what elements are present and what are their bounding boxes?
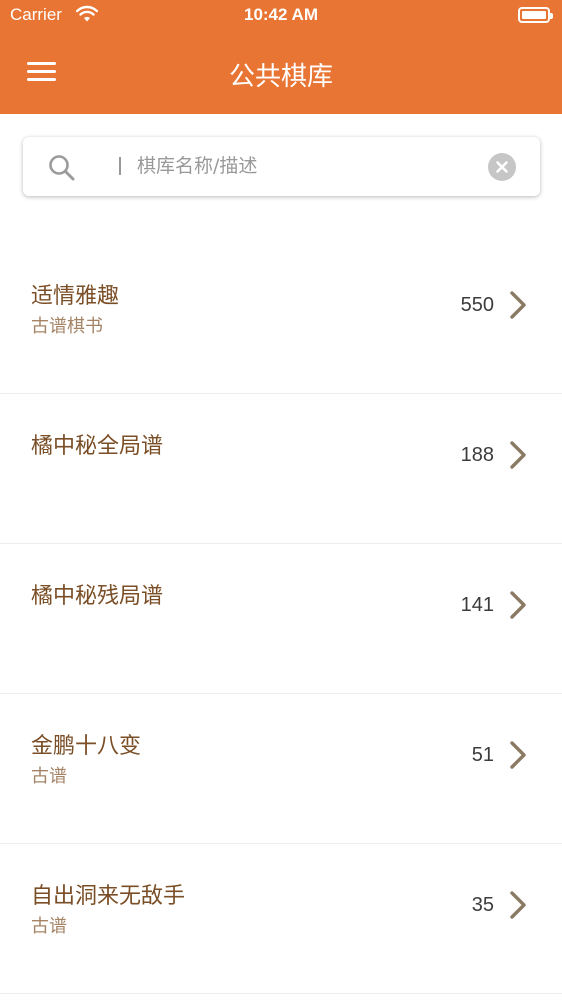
item-count: 35 bbox=[471, 894, 494, 916]
status-bar: Carrier 10:42 AM bbox=[0, 0, 562, 30]
list-item[interactable]: 金鹏十八变 古谱 51 bbox=[0, 694, 562, 844]
chevron-right-icon bbox=[510, 741, 526, 769]
list-item[interactable]: 自出洞来无敌手 古谱 35 bbox=[0, 844, 562, 994]
page-title: 公共棋库 bbox=[228, 62, 333, 92]
chevron-right-icon bbox=[510, 591, 526, 619]
list-item[interactable]: 适情雅趣 古谱棋书 550 bbox=[0, 244, 562, 394]
battery-icon bbox=[518, 7, 553, 23]
clock: 10:42 AM bbox=[243, 5, 318, 24]
text-cursor bbox=[119, 157, 121, 175]
item-count: 51 bbox=[471, 744, 494, 766]
chevron-right-icon bbox=[510, 891, 526, 919]
search-icon bbox=[49, 155, 75, 181]
search-bar bbox=[23, 137, 540, 196]
item-title: 橘中秘全局谱 bbox=[31, 434, 164, 459]
item-count: 141 bbox=[460, 594, 494, 616]
chevron-right-icon bbox=[510, 291, 526, 319]
list-item[interactable]: 橘中秘残局谱 141 bbox=[0, 544, 562, 694]
close-icon bbox=[496, 161, 508, 173]
item-subtitle: 古谱 bbox=[31, 916, 67, 937]
list-item[interactable]: 橘中秘全局谱 188 bbox=[0, 394, 562, 544]
search-input[interactable] bbox=[137, 151, 487, 181]
item-count: 188 bbox=[460, 444, 494, 466]
library-list: 适情雅趣 古谱棋书 550 橘中秘全局谱 188 橘中秘残局谱 141 金鹏十八… bbox=[0, 244, 562, 994]
app-header: Carrier 10:42 AM 公共棋库 bbox=[0, 0, 562, 114]
item-title: 自出洞来无敌手 bbox=[31, 884, 186, 909]
item-subtitle: 古谱棋书 bbox=[31, 316, 103, 337]
item-subtitle: 古谱 bbox=[31, 766, 67, 787]
item-title: 金鹏十八变 bbox=[31, 734, 142, 759]
item-title: 适情雅趣 bbox=[31, 284, 120, 309]
item-count: 550 bbox=[460, 294, 494, 316]
chevron-right-icon bbox=[510, 441, 526, 469]
clear-search-button[interactable] bbox=[488, 153, 516, 181]
item-title: 橘中秘残局谱 bbox=[31, 584, 164, 609]
